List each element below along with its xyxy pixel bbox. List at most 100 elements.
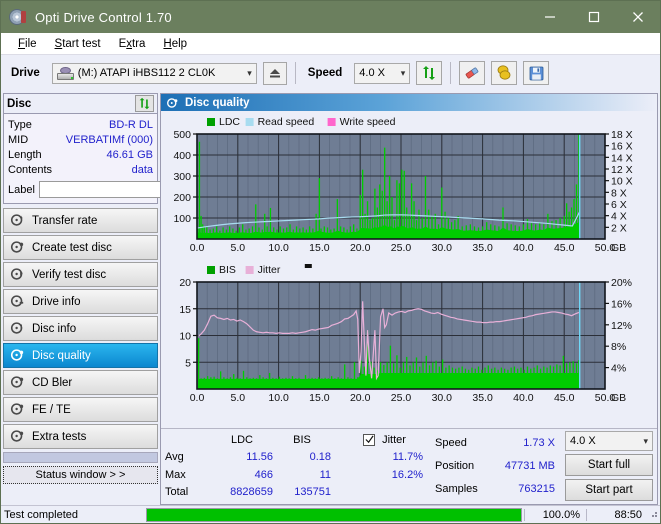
svg-text:40.0: 40.0 <box>513 242 534 254</box>
speed-select[interactable]: 4.0 X ▾ <box>354 62 411 84</box>
svg-text:30.0: 30.0 <box>432 242 453 254</box>
sidebar-item-verify-test-disc[interactable]: Verify test disc <box>3 262 158 287</box>
app-disc-icon <box>9 8 27 26</box>
svg-text:20.0: 20.0 <box>350 242 371 254</box>
disc-quality-icon <box>166 97 179 109</box>
start-part-button[interactable]: Start part <box>565 479 653 501</box>
sidebar-item-label: Extra tests <box>32 430 87 443</box>
disc-test-icon <box>10 213 26 228</box>
disc-test-icon <box>10 429 26 444</box>
disc-test-icon <box>10 240 26 255</box>
svg-text:45.0: 45.0 <box>554 242 575 254</box>
jitter-checkbox[interactable] <box>363 433 375 446</box>
test-speed-select[interactable]: 4.0 X ▾ <box>565 431 653 451</box>
sidebar-item-fe-te[interactable]: FE / TE <box>3 397 158 422</box>
stats-max-ldc: 466 <box>254 468 273 481</box>
drive-label: Drive <box>11 67 40 79</box>
svg-text:16%: 16% <box>611 298 632 310</box>
save-button[interactable] <box>523 61 550 85</box>
jitter-label: Jitter <box>382 433 406 446</box>
menu-file[interactable]: FFileile <box>9 36 46 52</box>
svg-text:400: 400 <box>173 150 191 162</box>
stats-total-bis: 135751 <box>294 486 331 499</box>
stats-col-bis: BIS <box>293 433 311 446</box>
eject-button[interactable] <box>262 61 287 85</box>
sidebar-item-cd-bler[interactable]: CD Bler <box>3 370 158 395</box>
svg-text:18 X: 18 X <box>611 129 633 141</box>
disc-quality-bis-chart[interactable]: 5 10 15 20 4% 8% 12% 16% 20% 0.0 5.0 10.0 15.0 20.0 25… <box>161 256 657 408</box>
drive-select[interactable]: (M:) ATAPI iHBS112 2 CL0K ▾ <box>51 62 257 84</box>
maximize-icon[interactable] <box>572 1 616 33</box>
table-row: Max 466 11 16.2% <box>165 466 429 484</box>
menu-start-test[interactable]: Start test <box>46 36 110 52</box>
stats-row-label: Total <box>165 486 189 499</box>
menu-help[interactable]: Help <box>154 36 196 52</box>
sidebar-item-transfer-rate[interactable]: Transfer rate <box>3 208 158 233</box>
jitter-header-cell: Jitter <box>361 431 429 449</box>
svg-text:5.0: 5.0 <box>230 242 245 254</box>
svg-text:30.0: 30.0 <box>432 392 453 404</box>
svg-text:20: 20 <box>179 277 191 289</box>
close-icon[interactable] <box>616 1 660 33</box>
svg-text:Write speed: Write speed <box>340 116 396 128</box>
sidebar-item-label: Verify test disc <box>32 268 107 281</box>
refresh-button[interactable] <box>416 61 443 85</box>
svg-text:8 X: 8 X <box>611 187 627 199</box>
drive-icon <box>56 66 74 80</box>
disc-test-icon <box>10 402 26 417</box>
sidebar-item-label: Transfer rate <box>32 214 98 227</box>
chevron-down-icon: ▾ <box>400 67 406 78</box>
disc-quality-ldc-chart[interactable]: 100 200 300 400 500 2 X4 X6 X8 X 10 X 12 X 14 X1… <box>161 111 657 256</box>
table-row: Total 8828659 135751 <box>165 484 429 502</box>
speed-stat-value: 1.73 X <box>523 436 555 449</box>
disc-test-icon <box>10 321 26 336</box>
coins-button[interactable] <box>491 61 518 85</box>
status-bar: Test completed 100.0% 88:50 <box>1 505 660 523</box>
stats-table: LDC BIS Jitter Avg 11.56 0.18 11.7% Max … <box>165 431 429 501</box>
main-header-title: Disc quality <box>185 96 250 109</box>
eject-icon <box>269 68 280 77</box>
stats-panel: LDC BIS Jitter Avg 11.56 0.18 11.7% Max … <box>161 428 657 504</box>
sidebar-item-label: FE / TE <box>32 403 71 416</box>
start-full-button[interactable]: Start full <box>565 454 653 476</box>
disc-row-type: Type BD-R DL <box>8 117 153 132</box>
resize-grip-icon[interactable] <box>648 508 660 521</box>
sidebar: Disc Type BD-R DL MID VERBATIMf (000) Le… <box>1 91 243 505</box>
svg-text:10.0: 10.0 <box>268 392 289 404</box>
svg-text:10 X: 10 X <box>611 176 633 188</box>
sidebar-item-label: Drive info <box>32 295 81 308</box>
minimize-icon[interactable] <box>528 1 572 33</box>
erase-button[interactable] <box>459 61 486 85</box>
sidebar-item-disc-quality[interactable]: Disc quality <box>3 343 158 368</box>
status-text: Test completed <box>4 508 78 521</box>
samples-stat-label: Samples <box>435 483 478 496</box>
disc-label-row: Label <box>8 180 243 199</box>
table-row: Speed 1.73 X <box>435 431 555 454</box>
sidebar-item-drive-info[interactable]: Drive info <box>3 289 158 314</box>
sidebar-item-disc-info[interactable]: Disc info <box>3 316 158 341</box>
svg-text:8%: 8% <box>611 341 626 353</box>
status-window-button[interactable]: Status window > > <box>3 466 158 484</box>
sidebar-item-create-test-disc[interactable]: Create test disc <box>3 235 158 260</box>
svg-text:14 X: 14 X <box>611 152 633 164</box>
stats-header-row: LDC BIS Jitter <box>165 431 429 449</box>
app-window: Opti Drive Control 1.70 FFileile Start t… <box>0 0 661 524</box>
window-title: Opti Drive Control 1.70 <box>35 9 172 25</box>
sidebar-item-extra-tests[interactable]: Extra tests <box>3 424 158 449</box>
disc-refresh-button[interactable] <box>135 95 154 112</box>
toolbar-divider-2 <box>450 62 452 84</box>
progress-bar <box>146 507 522 522</box>
stats-row-label: Max <box>165 468 186 481</box>
stats-row-label: Avg <box>165 451 184 464</box>
svg-text:GB: GB <box>611 242 626 254</box>
disc-length-label: Length <box>8 148 42 161</box>
svg-text:15.0: 15.0 <box>309 242 330 254</box>
stats-max-bis: 11 <box>319 468 331 481</box>
svg-text:45.0: 45.0 <box>554 392 575 404</box>
toolbar-divider <box>294 62 296 84</box>
menu-extra[interactable]: Extra <box>110 36 155 52</box>
svg-text:200: 200 <box>173 192 191 204</box>
svg-text:5: 5 <box>185 357 191 369</box>
disc-test-icon <box>10 375 26 390</box>
elapsed-time: 88:50 <box>586 508 648 521</box>
